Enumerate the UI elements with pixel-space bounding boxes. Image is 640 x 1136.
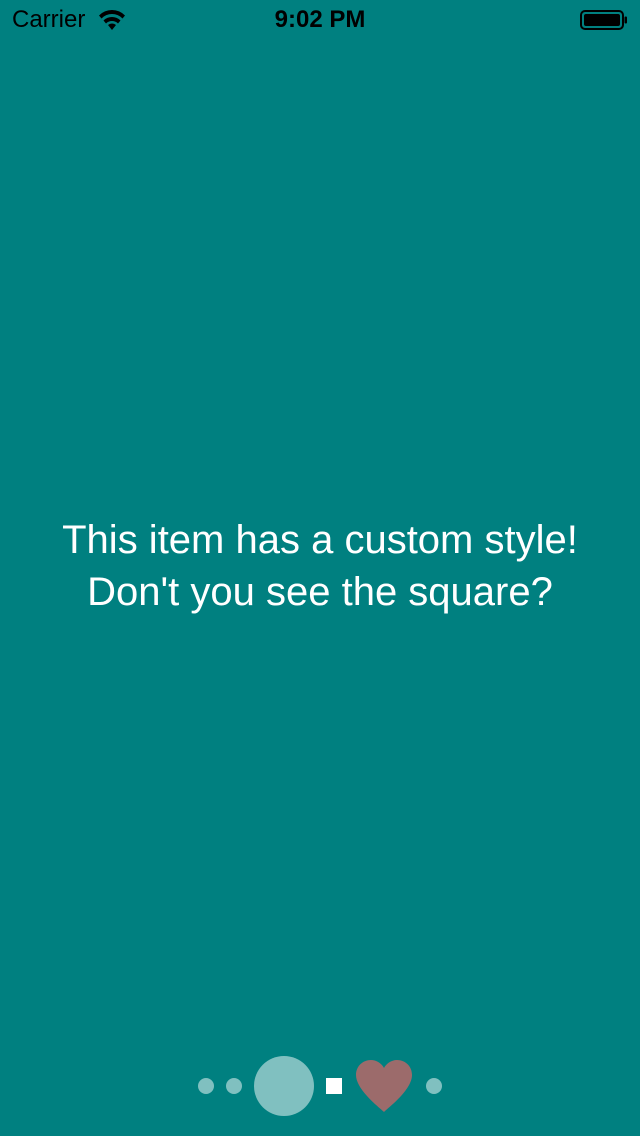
page-control[interactable] [0,1052,640,1116]
page-indicator-2[interactable] [226,1078,242,1094]
message-line-1: This item has a custom style! [62,518,578,562]
page-indicator-1[interactable] [198,1078,214,1094]
battery-icon [580,10,627,30]
heart-icon[interactable] [354,1058,414,1114]
status-bar: Carrier 9:02 PM [0,0,640,40]
message-line-2: Don't you see the square? [87,570,553,614]
screen: Carrier 9:02 PM This item has a custom s… [0,0,640,1136]
page-indicator-3-current[interactable] [254,1056,314,1116]
custom-style-message: This item has a custom style! Don't you … [0,514,640,618]
page-indicator-4-square[interactable] [326,1078,342,1094]
status-time: 9:02 PM [274,6,366,33]
page-indicator-6[interactable] [426,1078,442,1094]
